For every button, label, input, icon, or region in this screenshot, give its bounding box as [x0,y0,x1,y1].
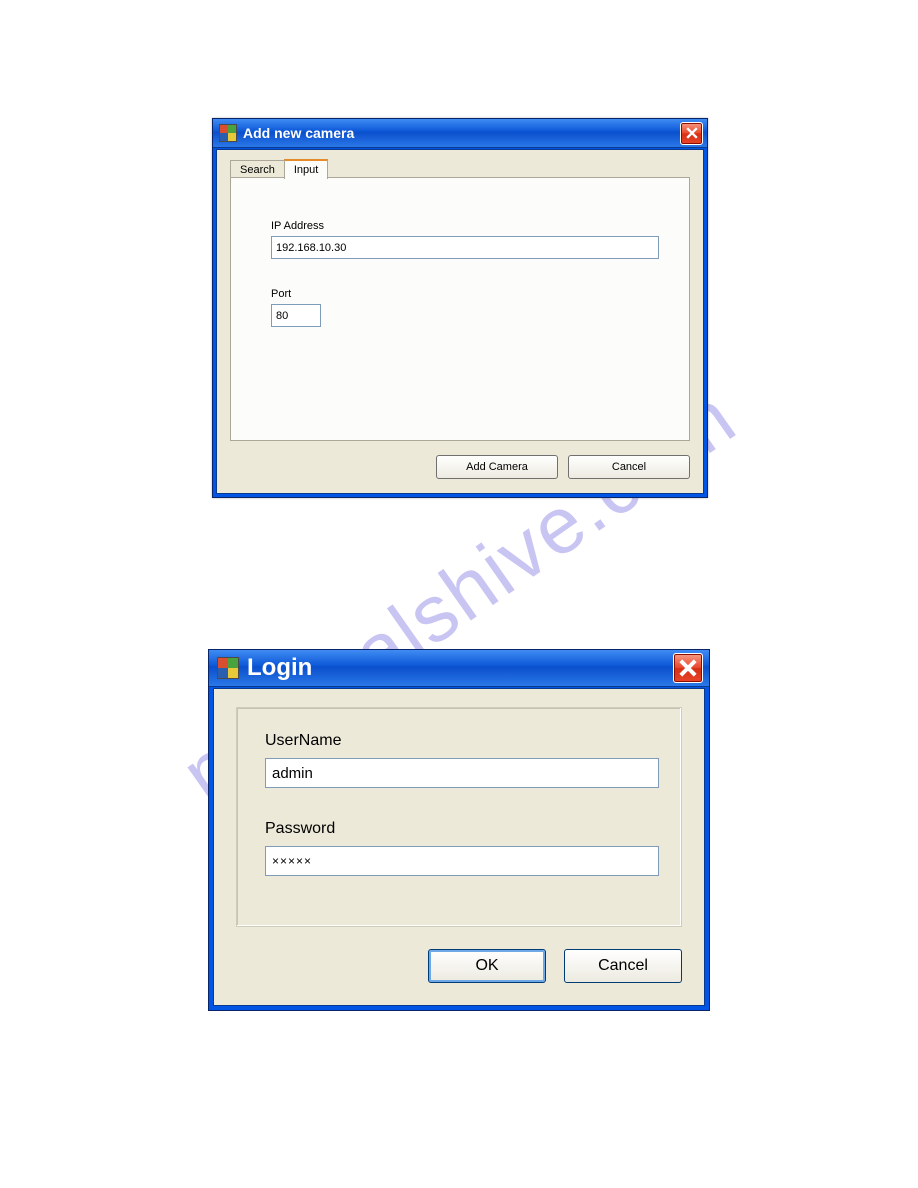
window-title: Add new camera [243,125,680,141]
tab-panel: IP Address Port [230,177,690,441]
close-icon [686,127,698,139]
username-label: UserName [265,732,341,750]
add-camera-dialog: Add new camera Search Input IP Address P… [212,118,708,498]
add-camera-button[interactable]: Add Camera [436,455,558,479]
username-input[interactable] [265,758,659,788]
button-row: Add Camera Cancel [436,455,690,479]
port-input[interactable] [271,304,321,327]
client-area: Search Input IP Address Port Add Camera … [216,149,704,494]
titlebar[interactable]: Add new camera [213,119,707,148]
client-area: UserName Password OK Cancel [213,688,705,1006]
titlebar[interactable]: Login [209,650,709,687]
app-icon [219,124,237,142]
close-icon [679,659,697,677]
form-panel: UserName Password [236,707,682,927]
window-title: Login [247,654,673,682]
password-label: Password [265,820,335,838]
password-input[interactable] [265,846,659,876]
cancel-button[interactable]: Cancel [568,455,690,479]
cancel-button[interactable]: Cancel [564,949,682,983]
ok-button[interactable]: OK [428,949,546,983]
close-button[interactable] [680,122,703,145]
tabstrip: Search Input [230,158,328,178]
close-button[interactable] [673,653,703,683]
login-dialog: Login UserName Password OK Cancel [208,649,710,1011]
app-icon [217,657,239,679]
port-label: Port [271,288,291,300]
ip-address-input[interactable] [271,236,659,259]
button-row: OK Cancel [428,949,682,983]
tab-input[interactable]: Input [284,159,328,179]
ip-address-label: IP Address [271,220,324,232]
